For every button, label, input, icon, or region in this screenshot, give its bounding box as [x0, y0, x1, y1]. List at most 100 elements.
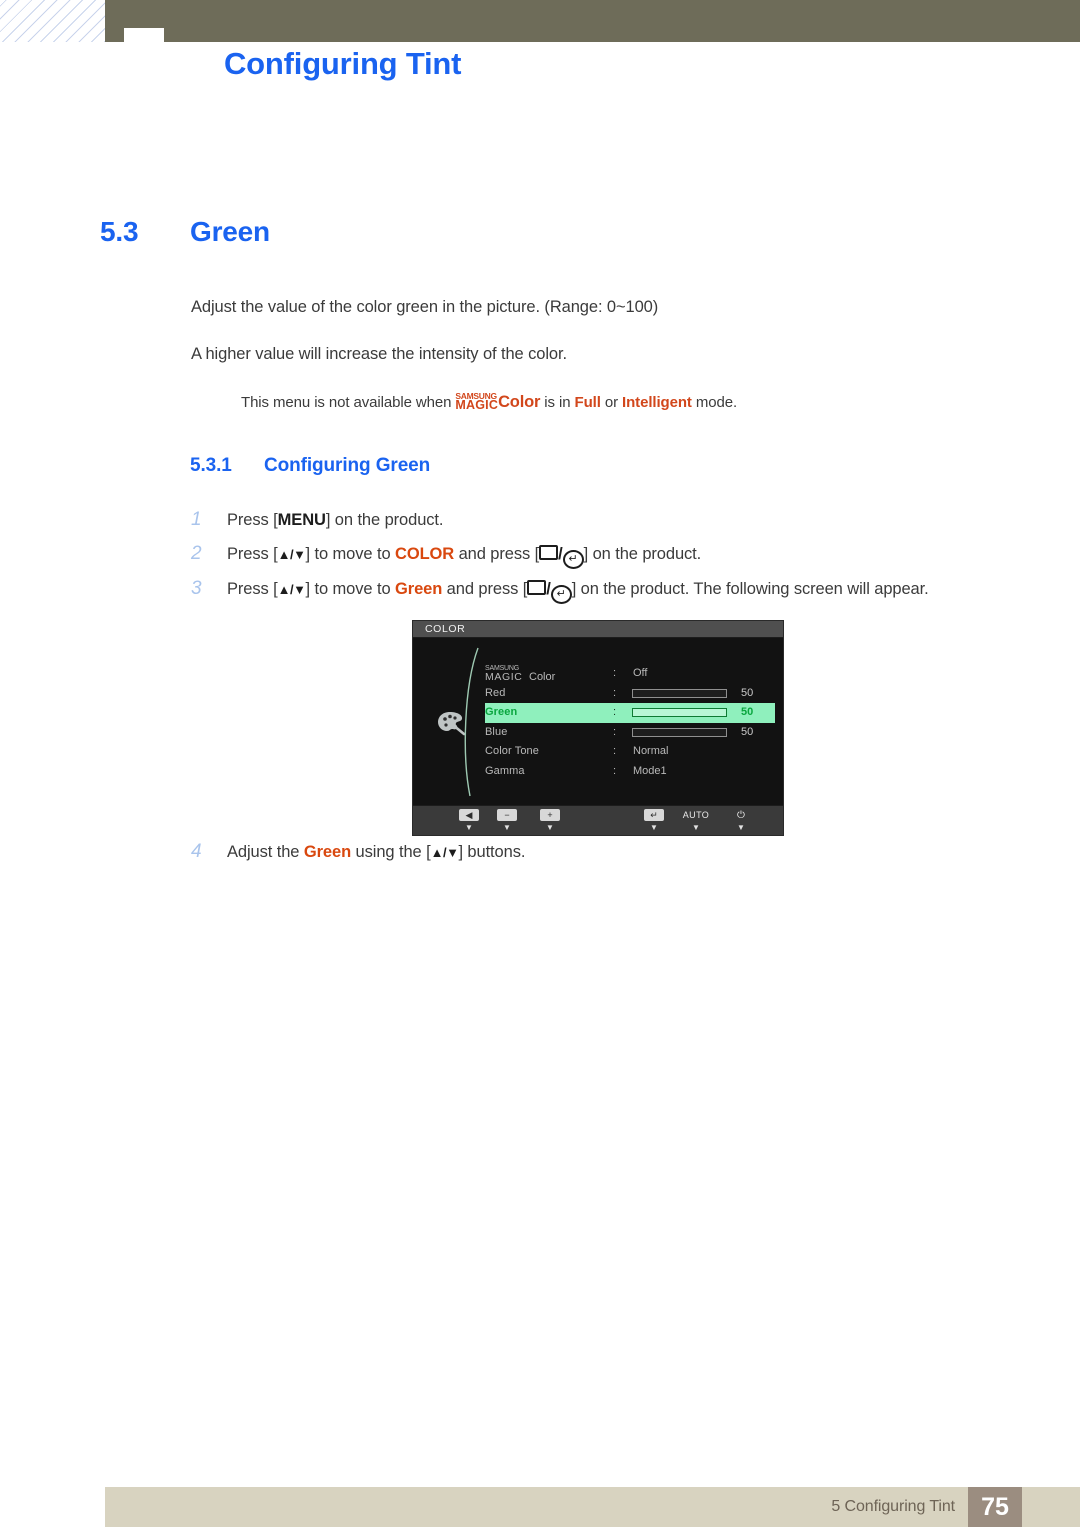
source-rect-icon: [539, 545, 559, 560]
section-title: Green: [190, 216, 270, 247]
chevron-down-icon: ▼: [692, 823, 700, 832]
key-menu: MENU: [277, 511, 326, 529]
step-item: 2 Press [▲/▼] to move to COLOR and press …: [191, 543, 701, 569]
osd-number-red: 50: [741, 686, 754, 699]
step-number: 1: [191, 509, 202, 530]
slash-separator: /: [558, 545, 563, 563]
paragraph-intensity: A higher value will increase the intensi…: [191, 345, 567, 363]
step-text-pre: Press [: [227, 511, 278, 529]
step-item: 1 Press [MENU] on the product.: [191, 509, 443, 531]
step-number: 3: [191, 578, 202, 599]
osd-number-blue: 50: [741, 725, 754, 738]
osd-logo-magic: MAGIC: [485, 671, 523, 683]
note-mode-intelligent: Intelligent: [622, 394, 692, 411]
header-notch: [124, 28, 164, 42]
osd-divider-curve: [464, 647, 479, 797]
subsection-title: Configuring Green: [264, 455, 431, 476]
note-availability: This menu is not available when SAMSUNG M…: [241, 390, 737, 412]
step-item: 4 Adjust the Green using the [▲/▼] button…: [191, 841, 525, 863]
osd-plus-button[interactable]: + ▼: [532, 809, 568, 832]
slash-separator: /: [546, 580, 551, 598]
step-text-mid2: and press [: [454, 545, 540, 563]
step-text-pre: Press [: [227, 545, 278, 563]
back-arrow-icon: ◀: [451, 809, 487, 822]
header-bar: [105, 0, 1080, 42]
step-text-mid: ] to move to: [305, 580, 396, 598]
page-title: Configuring Tint: [224, 46, 462, 81]
chevron-down-icon: ▼: [546, 823, 554, 832]
subsection-heading: 5.3.1 Configuring Green: [190, 455, 430, 477]
osd-label-gamma: Gamma: [485, 764, 525, 777]
page-footer: 5 Configuring Tint 75: [105, 1487, 1080, 1527]
osd-value-gamma: Mode1: [633, 764, 667, 777]
osd-power-button[interactable]: ⏻ ▼: [723, 809, 759, 832]
step-target-green: Green: [395, 580, 443, 598]
osd-label-colortone: Color Tone: [485, 745, 539, 757]
osd-value-colortone: Normal: [633, 745, 669, 757]
updown-arrows-glyph: ▲/▼: [277, 547, 306, 562]
note-mode-full: Full: [574, 394, 601, 411]
footer-chapter-label: 5 Configuring Tint: [831, 1498, 955, 1515]
section-number: 5.3: [100, 216, 139, 247]
chevron-down-icon: ▼: [465, 823, 473, 832]
osd-value-magiccolor: Off: [633, 667, 648, 679]
osd-auto-button[interactable]: AUTO ▼: [678, 809, 714, 832]
osd-colon: :: [613, 686, 617, 699]
osd-slider-blue[interactable]: [632, 727, 727, 737]
step-text-post: ] on the product.: [583, 545, 702, 563]
osd-row-magiccolor[interactable]: SAMSUNG MAGIC Color : Off: [485, 664, 775, 684]
osd-body: SAMSUNG MAGIC Color : Off Red : 50 Green…: [413, 638, 783, 806]
osd-row-colortone[interactable]: Color Tone : Normal: [485, 742, 775, 762]
osd-bottom-toolbar: ◀ ▼ − ▼ + ▼ ↵ ▼ AUTO ▼ ⏻ ▼: [413, 805, 783, 835]
osd-enter-button[interactable]: ↵ ▼: [636, 809, 672, 832]
osd-label-green: Green: [485, 706, 518, 718]
osd-title-text: COLOR: [425, 623, 466, 635]
updown-arrows-glyph: ▲/▼: [430, 845, 459, 860]
osd-back-button[interactable]: ◀ ▼: [451, 809, 487, 832]
osd-colon: :: [613, 706, 617, 718]
step-number: 2: [191, 543, 202, 564]
osd-row-red[interactable]: Red : 50: [485, 684, 775, 704]
power-icon: ⏻: [737, 810, 745, 821]
osd-minus-button[interactable]: − ▼: [489, 809, 525, 832]
enter-icon: ↵: [562, 550, 584, 569]
minus-icon: −: [489, 809, 525, 822]
step-text-mid: using the [: [351, 843, 431, 861]
updown-arrows-glyph: ▲/▼: [277, 582, 306, 597]
plus-icon: +: [532, 809, 568, 822]
osd-number-green: 50: [741, 706, 754, 718]
chevron-down-icon: ▼: [503, 823, 511, 832]
step-item: 3 Press [▲/▼] to move to Green and press …: [191, 578, 929, 604]
step-text-post: ] on the product.: [325, 511, 444, 529]
osd-slider-red[interactable]: [632, 688, 727, 698]
note-tail-text: mode.: [691, 394, 738, 411]
chevron-down-icon: ▼: [650, 823, 658, 832]
note-lead-text: This menu is not available when: [241, 394, 456, 411]
step-text-mid: ] to move to: [305, 545, 396, 563]
osd-colon: :: [613, 725, 617, 738]
section-heading: 5.3 Green: [100, 216, 270, 248]
step-number: 4: [191, 841, 202, 862]
osd-row-list: SAMSUNG MAGIC Color : Off Red : 50 Green…: [485, 664, 775, 781]
osd-colon: :: [613, 764, 617, 777]
osd-title-bar: COLOR: [413, 621, 783, 638]
logo-color-word: Color: [498, 393, 541, 411]
step-text-pre: Adjust the: [227, 843, 304, 861]
note-or-text: or: [600, 394, 623, 411]
page-number: 75: [968, 1487, 1022, 1527]
osd-row-green[interactable]: Green : 50: [485, 703, 775, 723]
osd-slider-green[interactable]: [632, 708, 727, 717]
step-target-green: Green: [303, 843, 352, 861]
header-hatch-pattern: [0, 0, 105, 42]
samsung-magic-logo: SAMSUNG MAGIC: [455, 392, 499, 412]
enter-icon: ↵: [550, 585, 572, 604]
osd-row-blue[interactable]: Blue : 50: [485, 723, 775, 743]
page-header: [0, 0, 1080, 42]
chevron-down-icon: ▼: [737, 823, 745, 832]
osd-menu-screenshot: COLOR SAMSUNG MAGIC Color : Off Red: 50…: [412, 620, 784, 836]
auto-label: AUTO: [682, 810, 710, 820]
logo-magic-text: MAGIC: [455, 398, 499, 412]
osd-magic-logo: SAMSUNG MAGIC: [485, 665, 522, 682]
enter-icon: ↵: [636, 809, 672, 822]
osd-row-gamma[interactable]: Gamma : Mode1: [485, 762, 775, 782]
